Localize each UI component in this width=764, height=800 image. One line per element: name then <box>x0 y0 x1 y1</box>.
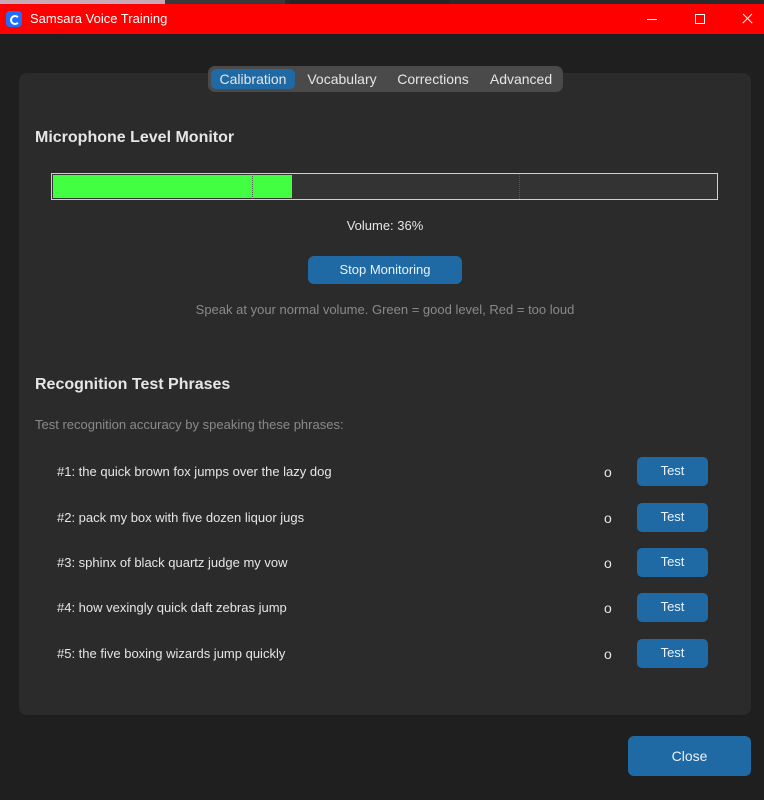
minimize-button[interactable] <box>628 4 674 34</box>
test-phrase-button[interactable]: Test <box>637 457 708 486</box>
mic-level-meter <box>51 173 718 200</box>
phrase-row: #1: the quick brown fox jumps over the l… <box>0 457 764 487</box>
test-phrase-button[interactable]: Test <box>637 548 708 577</box>
window-close-button[interactable] <box>724 4 764 34</box>
meter-threshold-mark <box>519 174 520 199</box>
meter-threshold-mark <box>252 174 253 199</box>
tab-calibration[interactable]: Calibration <box>211 69 295 89</box>
mic-monitor-title: Microphone Level Monitor <box>35 129 235 146</box>
recognition-subtitle: Test recognition accuracy by speaking th… <box>35 417 344 432</box>
close-button[interactable]: Close <box>628 736 751 776</box>
recognition-test-title: Recognition Test Phrases <box>35 376 231 393</box>
phrase-text: #2: pack my box with five dozen liquor j… <box>57 510 305 525</box>
window-titlebar[interactable]: Samsara Voice Training <box>0 4 764 34</box>
volume-readout: Volume: 36% <box>346 218 424 233</box>
app-logo-icon <box>6 11 22 27</box>
tab-advanced[interactable]: Advanced <box>481 69 561 89</box>
phrase-text: #5: the five boxing wizards jump quickly <box>57 646 286 661</box>
phrase-text: #1: the quick brown fox jumps over the l… <box>57 464 332 479</box>
phrase-text: #4: how vexingly quick daft zebras jump <box>57 600 287 615</box>
window-title: Samsara Voice Training <box>30 11 168 26</box>
tab-corrections[interactable]: Corrections <box>391 69 475 89</box>
mic-level-fill <box>53 175 293 198</box>
mic-hint: Speak at your normal volume. Green = goo… <box>195 302 575 317</box>
phrase-row: #2: pack my box with five dozen liquor j… <box>0 503 764 533</box>
phrase-row: #4: how vexingly quick daft zebras jump … <box>0 593 764 623</box>
stop-monitoring-button[interactable]: Stop Monitoring <box>308 256 462 284</box>
test-phrase-button[interactable]: Test <box>637 639 708 668</box>
phrase-row: #3: sphinx of black quartz judge my vow … <box>0 548 764 578</box>
phrase-status-indicator: o <box>604 464 612 480</box>
test-phrase-button[interactable]: Test <box>637 593 708 622</box>
phrase-row: #5: the five boxing wizards jump quickly… <box>0 639 764 669</box>
phrase-text: #3: sphinx of black quartz judge my vow <box>57 555 288 570</box>
test-phrase-button[interactable]: Test <box>637 503 708 532</box>
tab-bar: Calibration Vocabulary Corrections Advan… <box>208 66 563 92</box>
phrase-status-indicator: o <box>604 600 612 616</box>
maximize-button[interactable] <box>676 4 722 34</box>
phrase-status-indicator: o <box>604 510 612 526</box>
phrase-status-indicator: o <box>604 555 612 571</box>
tab-vocabulary[interactable]: Vocabulary <box>300 69 384 89</box>
phrase-status-indicator: o <box>604 646 612 662</box>
